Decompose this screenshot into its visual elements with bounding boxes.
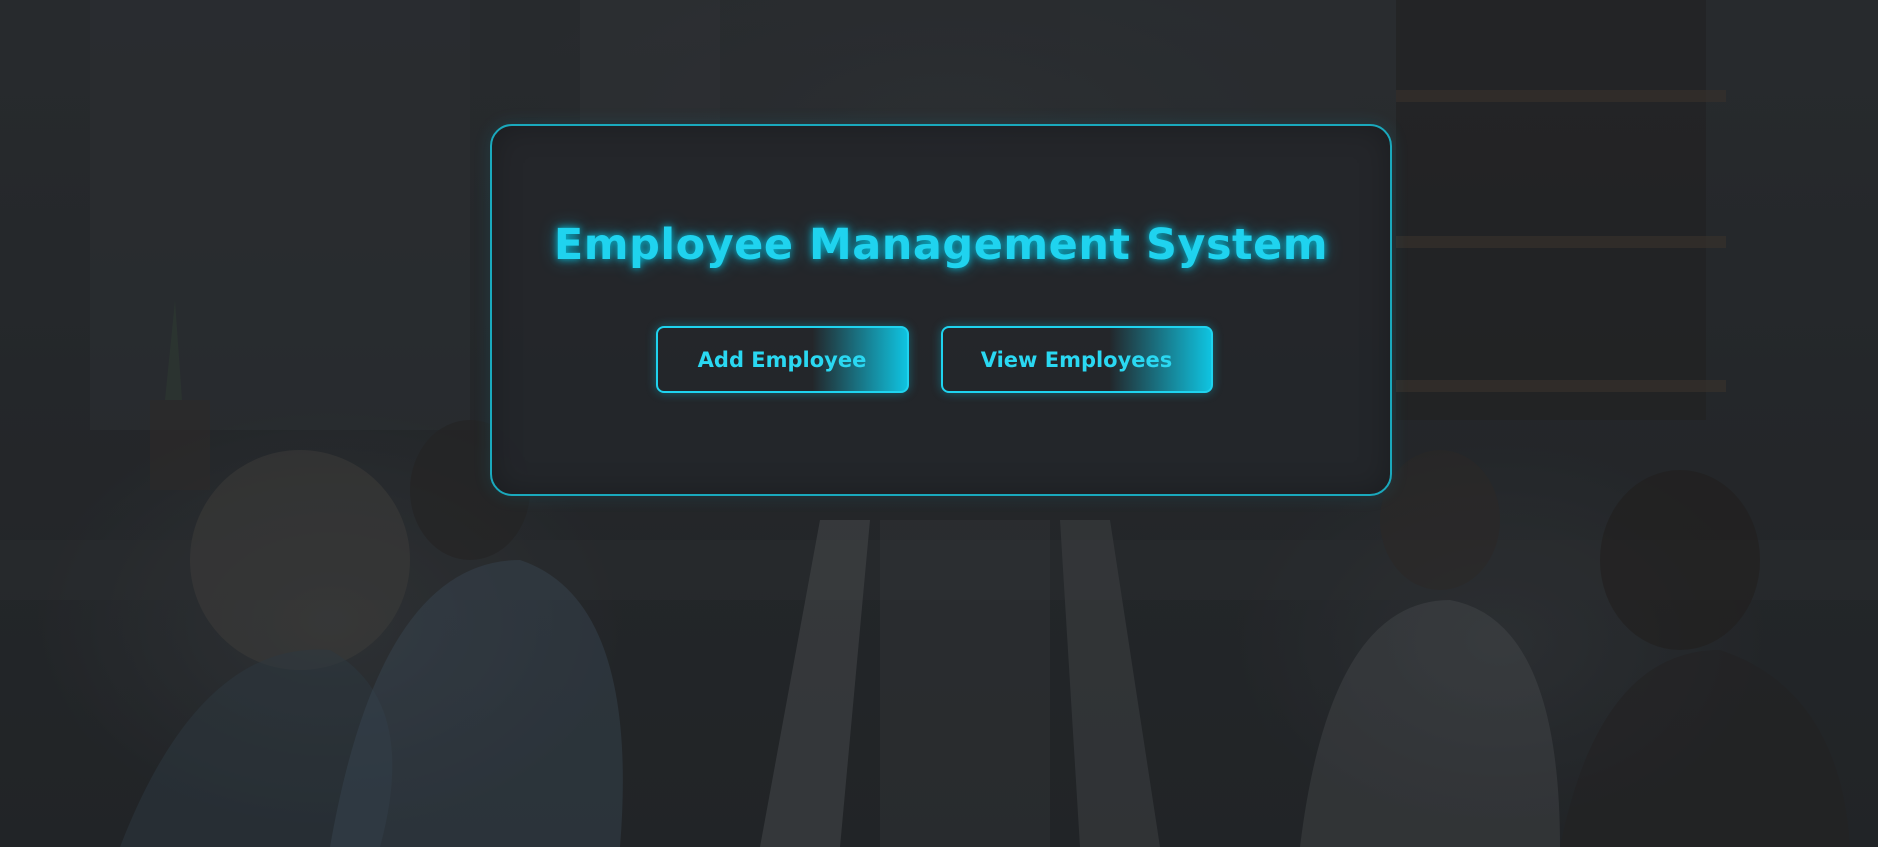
add-employee-button[interactable]: Add Employee	[655, 326, 909, 393]
main-menu-card: Employee Management System Add Employee …	[490, 124, 1392, 496]
add-employee-label: Add Employee	[697, 347, 867, 372]
page-title: Employee Management System	[553, 220, 1329, 270]
view-employees-button[interactable]: View Employees	[940, 326, 1213, 393]
view-employees-label: View Employees	[980, 347, 1173, 372]
action-button-row: Add Employee View Employees	[492, 326, 1390, 393]
